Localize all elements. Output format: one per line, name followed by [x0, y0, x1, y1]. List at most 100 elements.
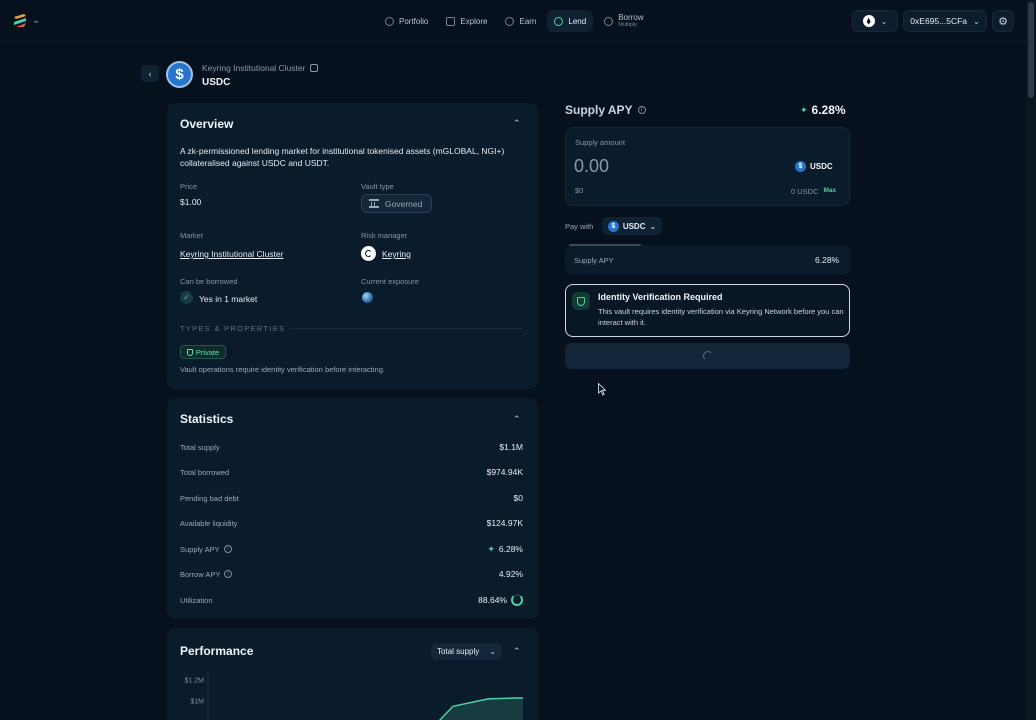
risk-manager-link[interactable]: Keyring [382, 249, 411, 259]
chevron-down-icon[interactable]: ⌄ [32, 15, 40, 26]
supply-token-label: USDC [810, 162, 833, 171]
info-icon[interactable]: i [637, 106, 646, 114]
summary-value: 6.28% [815, 255, 840, 265]
vault-type-value: Governed [385, 198, 423, 209]
mouse-cursor-icon [598, 383, 606, 396]
supply-amount-label: Supply amount [575, 138, 626, 147]
info-icon[interactable]: i [224, 570, 233, 578]
price-label: Price [180, 182, 198, 191]
chevron-down-icon: ⌄ [880, 16, 888, 26]
chevron-up-icon[interactable]: ⌃ [513, 646, 521, 657]
nav-lend-label: Lend [568, 16, 587, 26]
wallet-button[interactable]: 0xE695...5CFa ⌄ [903, 10, 987, 32]
statistics-card [167, 398, 538, 619]
chevron-left-icon: ‹ [148, 68, 152, 79]
back-button[interactable]: ‹ [141, 65, 159, 82]
can-be-borrowed-value: Yes in 1 market [199, 294, 258, 304]
y-tick-label: $1.2M [185, 678, 205, 685]
scrollbar-track[interactable] [1026, 0, 1036, 720]
chevron-down-icon: ⌄ [649, 221, 657, 231]
chevron-down-icon: ⌄ [973, 16, 980, 26]
check-icon: ✓ [180, 291, 193, 304]
scrollbar-thumb[interactable] [1028, 2, 1034, 98]
summary-label: Supply APY [574, 256, 614, 265]
copy-icon[interactable] [310, 64, 319, 72]
usdc-icon: $ [166, 61, 193, 88]
sparkle-icon: ✦ [800, 104, 808, 115]
sparkle-icon: ✦ [487, 543, 495, 554]
wallet-address: 0xE695...5CFa [910, 16, 967, 26]
stat-value: $1.1M [499, 442, 523, 452]
stat-value: ✦ 6.28% [487, 544, 523, 555]
shield-icon [186, 348, 193, 356]
supply-apy-label: Supply APY [180, 544, 220, 554]
stat-row: Pending bad debt $0 [180, 492, 523, 504]
chevron-up-icon[interactable]: ⌃ [513, 414, 521, 425]
private-badge: Private [180, 345, 226, 359]
max-button[interactable]: Max [824, 187, 837, 196]
supply-apy-heading-number: 6.28% [811, 103, 846, 117]
exposure-asset-icon[interactable] [362, 292, 373, 303]
breadcrumb-label: Keyring Institutional Cluster [202, 63, 306, 73]
stat-value: $974.94K [486, 467, 523, 477]
nav-lend[interactable]: Lend [547, 10, 594, 32]
private-badge-label: Private [195, 347, 220, 357]
y-tick-label: $1M [190, 699, 204, 706]
stat-label: Total supply [180, 442, 220, 452]
risk-manager-label: Risk manager [361, 231, 408, 240]
page-title: USDC [202, 77, 231, 88]
market-link[interactable]: Keyring Institutional Cluster [180, 249, 283, 259]
overview-description: A zk-permissioned lending market for ins… [180, 146, 505, 168]
stat-row: Total borrowed $974.94K [180, 466, 523, 478]
settings-button[interactable]: ⚙ [992, 10, 1014, 32]
gear-icon: ⚙ [998, 15, 1008, 28]
statistics-title: Statistics [180, 412, 234, 426]
supply-amount-input[interactable]: 0.00 [574, 156, 609, 177]
keyring-icon [361, 246, 376, 261]
info-icon[interactable]: i [223, 545, 232, 553]
chevron-up-icon[interactable]: ⌃ [513, 118, 521, 129]
pay-with-token: USDC [622, 221, 646, 231]
performance-metric-select[interactable]: Total supply ⌄ [431, 643, 502, 660]
stat-label: Utilization [180, 595, 213, 605]
current-exposure-label: Current exposure [361, 277, 419, 286]
stat-row: Borrow APY i 4.92% [180, 568, 523, 580]
usdc-icon: $ [795, 161, 806, 172]
borrow-apy-label: Borrow APY [180, 569, 221, 579]
nav-portfolio[interactable]: Portfolio [378, 10, 435, 32]
lend-icon [554, 16, 564, 26]
nav-earn-label: Earn [519, 16, 537, 26]
stat-label: Supply APY i [180, 545, 232, 554]
price-value: $1.00 [180, 197, 202, 207]
network-selector[interactable]: ⌄ [852, 10, 898, 32]
stat-row: Supply APY i ✦ 6.28% [180, 543, 523, 555]
stat-value: $0 [513, 493, 523, 503]
identity-text: This vault requires identity verificatio… [598, 307, 844, 327]
stat-label: Total borrowed [180, 467, 230, 477]
explore-icon [446, 16, 456, 26]
top-bar: ⌄ Portfolio Explore Earn Lend Borrow Mul… [0, 0, 1036, 42]
supply-apy-value: 6.28% [498, 544, 523, 554]
bank-icon [369, 199, 379, 208]
summary-progress-bar [569, 244, 641, 246]
nav-borrow-label: Borrow [618, 12, 644, 22]
nav-earn[interactable]: Earn [498, 10, 543, 32]
loading-spinner-icon [703, 351, 713, 361]
stat-row: Utilization 88.64% [180, 594, 523, 606]
market-label: Market [180, 231, 203, 240]
overview-title: Overview [180, 117, 234, 131]
nav-borrow[interactable]: Borrow Multiply [597, 10, 650, 32]
earn-icon [505, 16, 515, 26]
pay-with-select[interactable]: $ USDC ⌄ [602, 217, 662, 235]
private-note: Vault operations require identity verifi… [180, 365, 385, 374]
types-properties-heading: TYPES & PROPERTIES [180, 324, 286, 333]
supply-apy-heading-label: Supply APY [565, 103, 633, 117]
stat-label: Borrow APY i [180, 569, 233, 579]
performance-chart: $1.2M $1M [185, 672, 524, 720]
shield-icon [572, 292, 590, 310]
stat-value: $124.97K [486, 518, 523, 528]
app-logo-icon[interactable] [12, 13, 28, 29]
nav-explore[interactable]: Explore [439, 10, 494, 32]
vault-type-label: Vault type [361, 182, 394, 191]
breadcrumb: Keyring Institutional Cluster [202, 63, 319, 73]
